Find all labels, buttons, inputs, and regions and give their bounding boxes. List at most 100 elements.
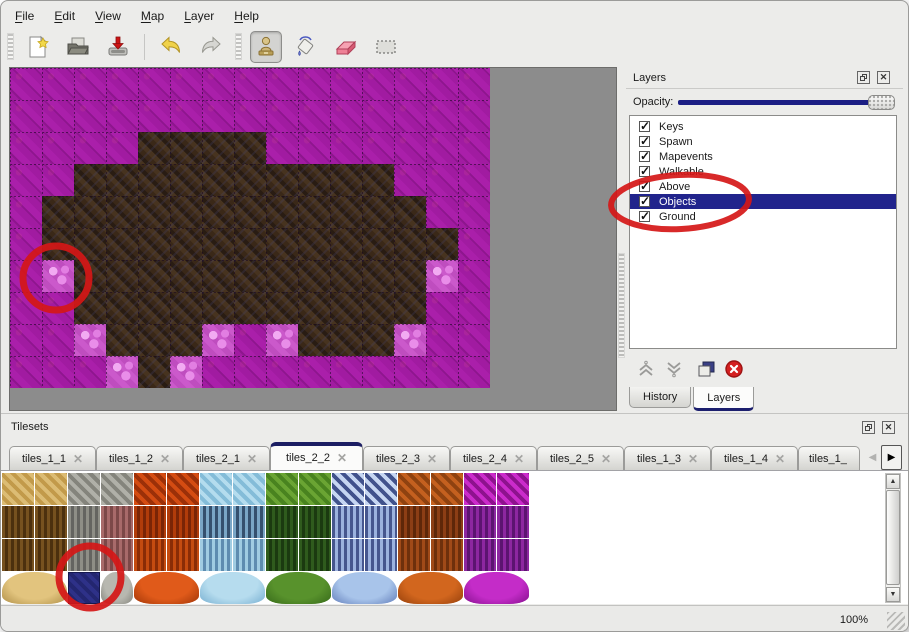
map-tile[interactable]	[330, 356, 362, 388]
splitter-grip[interactable]	[618, 253, 625, 358]
map-tile[interactable]	[170, 260, 202, 292]
map-tile[interactable]	[74, 228, 106, 260]
resize-grip-icon[interactable]	[887, 612, 905, 630]
map-tile[interactable]	[74, 68, 106, 100]
map-tile[interactable]	[458, 196, 490, 228]
map-tile[interactable]	[394, 164, 426, 196]
palette-tile[interactable]	[35, 473, 67, 505]
map-tile[interactable]	[202, 132, 234, 164]
map-tile[interactable]	[298, 292, 330, 324]
map-tile[interactable]	[106, 68, 138, 100]
close-tab-icon[interactable]: ✕	[427, 452, 437, 466]
map-tile[interactable]	[330, 164, 362, 196]
eraser-tool-button[interactable]	[330, 31, 362, 63]
map-tile[interactable]	[234, 196, 266, 228]
map-tile[interactable]	[138, 324, 170, 356]
palette-tile[interactable]	[398, 473, 430, 505]
map-tile[interactable]	[106, 324, 138, 356]
map-tile[interactable]	[330, 132, 362, 164]
map-tile[interactable]	[10, 356, 42, 388]
palette-tile[interactable]	[497, 506, 529, 538]
palette-tile[interactable]	[299, 506, 331, 538]
palette-tile[interactable]	[2, 506, 34, 538]
map-tile[interactable]	[10, 228, 42, 260]
palette-tile[interactable]	[134, 473, 166, 505]
map-tile[interactable]	[362, 324, 394, 356]
delete-layer-button[interactable]	[722, 357, 746, 381]
palette-tile[interactable]	[431, 539, 463, 571]
select-tool-button[interactable]	[370, 31, 402, 63]
map-tile[interactable]	[298, 260, 330, 292]
scroll-down-icon[interactable]: ▼	[886, 587, 900, 602]
map-tile[interactable]	[42, 164, 74, 196]
map-tile[interactable]	[10, 100, 42, 132]
palette-tile[interactable]	[464, 572, 529, 604]
tileset-tab-tiles_1_1[interactable]: tiles_1_1✕	[9, 446, 96, 470]
menu-edit[interactable]: Edit	[44, 6, 85, 26]
map-tile[interactable]	[266, 68, 298, 100]
palette-tile[interactable]	[299, 473, 331, 505]
map-tile[interactable]	[10, 132, 42, 164]
map-tile[interactable]	[138, 100, 170, 132]
map-tile[interactable]	[362, 228, 394, 260]
palette-tile[interactable]	[35, 506, 67, 538]
map-tile[interactable]	[394, 68, 426, 100]
menu-layer[interactable]: Layer	[174, 6, 224, 26]
map-tile[interactable]	[298, 68, 330, 100]
map-tile[interactable]	[106, 132, 138, 164]
tileset-tab-tiles_1_4[interactable]: tiles_1_4✕	[711, 446, 798, 470]
map-tile[interactable]	[74, 100, 106, 132]
map-tile[interactable]	[42, 292, 74, 324]
map-tile[interactable]	[106, 260, 138, 292]
map-tile[interactable]	[234, 132, 266, 164]
toolbar-drag-handle[interactable]	[235, 33, 242, 60]
close-tab-icon[interactable]: ✕	[688, 452, 698, 466]
close-panel-icon[interactable]: ✕	[877, 71, 890, 84]
map-tile[interactable]	[74, 260, 106, 292]
map-tile[interactable]	[330, 68, 362, 100]
map-tile[interactable]	[362, 100, 394, 132]
save-button[interactable]	[102, 31, 134, 63]
map-tile[interactable]	[458, 356, 490, 388]
map-tile[interactable]	[74, 356, 106, 388]
undo-button[interactable]	[155, 31, 187, 63]
palette-tile[interactable]	[167, 506, 199, 538]
map-tile[interactable]	[202, 196, 234, 228]
map-tile[interactable]	[266, 164, 298, 196]
map-tile[interactable]	[362, 292, 394, 324]
close-tab-icon[interactable]: ✕	[337, 451, 347, 465]
map-tile[interactable]	[426, 68, 458, 100]
map-tile[interactable]	[234, 292, 266, 324]
map-tile[interactable]	[458, 292, 490, 324]
map-tile[interactable]	[202, 100, 234, 132]
map-tile[interactable]	[330, 228, 362, 260]
map-tile[interactable]	[170, 132, 202, 164]
map-tile[interactable]	[138, 260, 170, 292]
map-tile[interactable]	[330, 100, 362, 132]
map-tile[interactable]	[266, 356, 298, 388]
map-tile[interactable]	[170, 196, 202, 228]
palette-tile[interactable]	[398, 572, 463, 604]
tileset-tab-tiles_1[interactable]: tiles_1_	[798, 446, 860, 470]
map-tile[interactable]	[362, 196, 394, 228]
map-tile[interactable]	[394, 132, 426, 164]
menu-view[interactable]: View	[85, 6, 131, 26]
map-tile[interactable]	[394, 100, 426, 132]
move-layer-up-button[interactable]	[634, 357, 658, 381]
scroll-tabs-right-button[interactable]: ▶	[881, 445, 902, 470]
palette-tile[interactable]	[497, 473, 529, 505]
map-tile[interactable]	[266, 132, 298, 164]
palette-tile[interactable]	[200, 572, 265, 604]
map-tile[interactable]	[362, 164, 394, 196]
tileset-tab-tiles_2_4[interactable]: tiles_2_4✕	[450, 446, 537, 470]
map-tile[interactable]	[330, 260, 362, 292]
scrollbar-thumb[interactable]	[886, 490, 900, 585]
palette-tile[interactable]	[299, 539, 331, 571]
map-tile[interactable]	[234, 164, 266, 196]
map-tile[interactable]	[138, 132, 170, 164]
palette-tile[interactable]	[464, 473, 496, 505]
map-tile[interactable]	[202, 292, 234, 324]
palette-tile[interactable]	[167, 473, 199, 505]
map-tile[interactable]	[362, 68, 394, 100]
layer-row-objects[interactable]: Objects	[630, 194, 896, 209]
